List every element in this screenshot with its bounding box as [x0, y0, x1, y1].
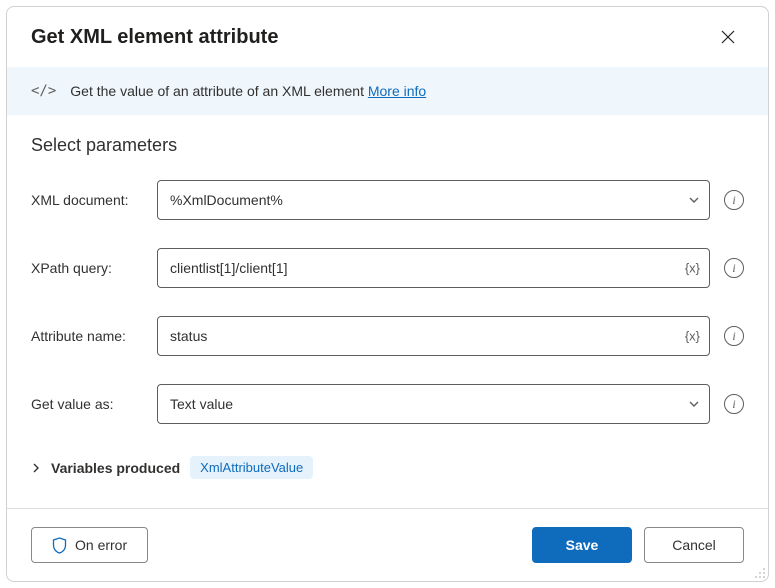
more-info-link[interactable]: More info: [368, 83, 426, 99]
save-button[interactable]: Save: [532, 527, 632, 563]
footer-actions: Save Cancel: [532, 527, 744, 563]
field-xml-document[interactable]: %XmlDocument%: [157, 180, 710, 220]
shield-icon: [52, 537, 67, 554]
field-get-value-as[interactable]: Text value: [157, 384, 710, 424]
dialog-footer: On error Save Cancel: [7, 508, 768, 581]
variable-chip[interactable]: XmlAttributeValue: [190, 456, 313, 479]
variables-produced-row[interactable]: Variables produced XmlAttributeValue: [31, 452, 744, 483]
code-icon: </>: [31, 83, 56, 99]
dialog-body: Select parameters XML document: %XmlDocu…: [7, 115, 768, 508]
dialog-header: Get XML element attribute: [7, 7, 768, 67]
label-xml-document: XML document:: [31, 192, 143, 208]
close-icon: [721, 30, 735, 44]
xpath-query-input[interactable]: [157, 248, 710, 288]
row-get-value-as: Get value as: Text value i: [31, 384, 744, 424]
label-xpath-query: XPath query:: [31, 260, 143, 276]
info-banner: </> Get the value of an attribute of an …: [7, 67, 768, 115]
row-xml-document: XML document: %XmlDocument% i: [31, 180, 744, 220]
variables-produced-label: Variables produced: [51, 460, 180, 476]
dialog-title: Get XML element attribute: [31, 26, 278, 49]
row-attribute-name: Attribute name: {x} i: [31, 316, 744, 356]
attribute-name-input[interactable]: [157, 316, 710, 356]
banner-text: Get the value of an attribute of an XML …: [70, 83, 426, 99]
field-attribute-name[interactable]: {x}: [157, 316, 710, 356]
label-attribute-name: Attribute name:: [31, 328, 143, 344]
info-icon[interactable]: i: [724, 326, 744, 346]
field-xpath-query[interactable]: {x}: [157, 248, 710, 288]
row-xpath-query: XPath query: {x} i: [31, 248, 744, 288]
section-title: Select parameters: [31, 135, 744, 156]
xml-document-select[interactable]: %XmlDocument%: [157, 180, 710, 220]
dialog: Get XML element attribute </> Get the va…: [6, 6, 769, 582]
chevron-right-icon: [31, 463, 41, 473]
resize-grip-icon[interactable]: [752, 565, 766, 579]
info-icon[interactable]: i: [724, 258, 744, 278]
label-get-value-as: Get value as:: [31, 396, 143, 412]
close-button[interactable]: [712, 21, 744, 53]
info-icon[interactable]: i: [724, 190, 744, 210]
on-error-button[interactable]: On error: [31, 527, 148, 563]
info-icon[interactable]: i: [724, 394, 744, 414]
get-value-as-select[interactable]: Text value: [157, 384, 710, 424]
cancel-button[interactable]: Cancel: [644, 527, 744, 563]
